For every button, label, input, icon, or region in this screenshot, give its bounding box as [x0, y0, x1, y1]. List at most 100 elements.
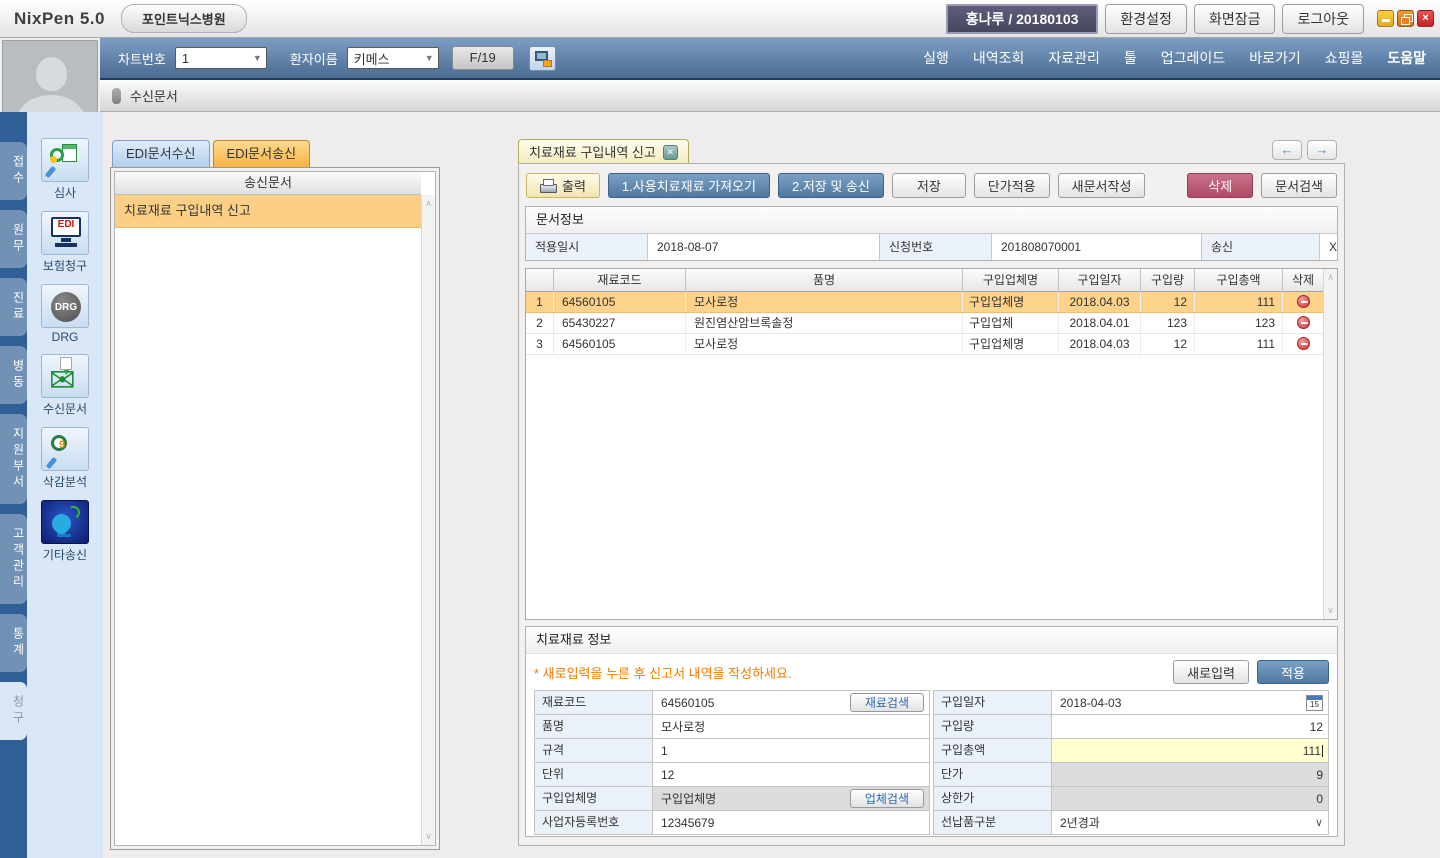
form-field-value[interactable]: 111 [1052, 739, 1328, 762]
edi-list-scrollbar[interactable]: ∧∨ [421, 195, 435, 845]
menubar-item[interactable]: 내역조회 [973, 48, 1025, 68]
scroll-up-icon[interactable]: ∧ [422, 198, 435, 209]
window-minimize-icon[interactable] [1377, 10, 1394, 27]
apply-button[interactable]: 적용 [1257, 660, 1329, 684]
edi-document-list-item[interactable]: 치료재료 구입내역 신고 [115, 195, 421, 228]
dropdown-chevron-icon[interactable]: ∨ [1315, 816, 1323, 829]
app-header: NixPen 5.0 포인트닉스병원 홍나루 / 20180103 환경설정 화… [0, 0, 1440, 38]
menubar-item[interactable]: 자료관리 [1048, 48, 1100, 68]
col-header-name[interactable]: 품명 [686, 269, 963, 292]
save-button[interactable]: 저장 [892, 173, 966, 198]
sidebar-function-item[interactable]: 기타송신 [41, 500, 89, 563]
delete-row-icon[interactable] [1297, 295, 1310, 308]
scroll-down-icon[interactable]: ∨ [1324, 605, 1337, 616]
logout-button[interactable]: 로그아웃 [1282, 4, 1364, 34]
sidebar-tab[interactable]: 지원부서 [0, 414, 27, 504]
delete-row-icon[interactable] [1297, 316, 1310, 329]
form-field-value[interactable]: 12345679 [653, 811, 929, 834]
request-no-value[interactable]: 201808070001 [992, 234, 1202, 260]
apply-date-value[interactable]: 2018-08-07 [648, 234, 880, 260]
patient-card-icon[interactable] [529, 46, 556, 71]
form-field-value[interactable]: 12 [653, 763, 929, 786]
print-button[interactable]: 출력 [526, 173, 600, 198]
chart-number-label: 차트번호 [118, 49, 166, 68]
form-field-label: 구입업체명 [535, 787, 653, 810]
form-field-value[interactable]: 구입업체명 업체검색 [653, 787, 929, 810]
new-document-button[interactable]: 새문서작성 [1058, 173, 1146, 198]
form-field-value[interactable]: 0 [1052, 787, 1328, 810]
sidebar-function-item[interactable]: 수신문서 [41, 354, 89, 417]
menubar-item[interactable]: 쇼핑몰 [1325, 48, 1364, 68]
col-header-vendor[interactable]: 구입업체명 [963, 269, 1059, 292]
form-field-value[interactable]: 1 [653, 739, 929, 762]
form-field-value[interactable]: 64560105 재료검색 [653, 691, 929, 714]
form-field-row: 구입량 12 [933, 714, 1329, 739]
form-field-value[interactable]: 12 [1052, 715, 1328, 738]
screen-lock-button[interactable]: 화면잠금 [1194, 4, 1276, 34]
table-row[interactable]: 3 64560105 모사로정 구입업체명 2018.04.03 12 111 [526, 334, 1323, 355]
nav-forward-button[interactable]: → [1307, 140, 1337, 160]
window-restore-icon[interactable] [1397, 10, 1414, 27]
save-and-send-button[interactable]: 2.저장 및 송신 [778, 173, 884, 198]
document-info-groupbox: 문서정보 적용일시 2018-08-07 신청번호 201808070001 송… [525, 206, 1338, 261]
col-header-code[interactable]: 재료코드 [554, 269, 686, 292]
col-header-qty[interactable]: 구입량 [1141, 269, 1195, 292]
chart-number-select[interactable]: 1▼ [175, 47, 267, 69]
sidebar-function-item[interactable]: EDI 보험청구 [41, 211, 89, 274]
patient-name-select[interactable]: 키메스▼ [347, 47, 439, 69]
function-icon [41, 354, 89, 398]
lookup-button[interactable]: 업체검색 [850, 789, 924, 808]
col-header-date[interactable]: 구입일자 [1059, 269, 1141, 292]
scroll-up-icon[interactable]: ∧ [1324, 272, 1337, 283]
delete-row-icon[interactable] [1297, 337, 1310, 350]
new-entry-button[interactable]: 새로입력 [1173, 660, 1249, 684]
sidebar-tab[interactable]: 병동 [0, 346, 27, 404]
document-tab[interactable]: 치료재료 구입내역 신고 ✕ [518, 139, 689, 164]
document-search-button[interactable]: 문서검색 [1261, 173, 1337, 198]
window-close-icon[interactable]: × [1417, 10, 1434, 27]
form-field-value[interactable]: 2018-04-03 [1052, 691, 1328, 714]
edi-doc-tab[interactable]: EDI문서송신 [213, 140, 311, 167]
form-field-label: 품명 [535, 715, 653, 738]
col-header-delete[interactable]: 삭제 [1283, 269, 1323, 292]
menubar-item[interactable]: 업그레이드 [1161, 48, 1225, 68]
sidebar-tab[interactable]: 원무 [0, 210, 27, 268]
tab-close-icon[interactable]: ✕ [663, 145, 678, 160]
nav-back-button[interactable]: ← [1272, 140, 1302, 160]
scroll-down-icon[interactable]: ∨ [422, 831, 435, 842]
delete-button[interactable]: 삭제 [1187, 173, 1253, 198]
menubar-item[interactable]: 도움말 [1387, 48, 1426, 68]
hospital-name-badge: 포인트닉스병원 [121, 4, 247, 33]
breadcrumb-marker-icon [112, 88, 121, 104]
fetch-materials-button[interactable]: 1.사용치료재료 가져오기 [608, 173, 770, 198]
material-info-groupbox: 치료재료 정보 * 새로입력을 누른 후 신고서 내역을 작성하세요. 새로입력… [525, 626, 1338, 837]
settings-button[interactable]: 환경설정 [1105, 4, 1187, 34]
chevron-down-icon: ▼ [253, 53, 262, 63]
menubar-item[interactable]: 바로가기 [1249, 48, 1301, 68]
form-field-value[interactable]: 2년경과 ∨ [1052, 811, 1328, 834]
calendar-icon[interactable] [1306, 695, 1323, 711]
table-row[interactable]: 2 65430227 원진염산암브록솔정 구입업체 2018.04.01 123… [526, 313, 1323, 334]
table-row[interactable]: 1 64560105 모사로정 구입업체명 2018.04.03 12 111 [526, 292, 1323, 313]
sidebar-tab[interactable]: 청구 [0, 682, 27, 740]
fkey-button[interactable]: F/19 [452, 46, 514, 70]
sidebar-function-item[interactable]: DRG DRG [41, 284, 89, 344]
sidebar-tab[interactable]: 진료 [0, 278, 27, 336]
sidebar-tab[interactable]: 통계 [0, 614, 27, 672]
col-header-total[interactable]: 구입총액 [1195, 269, 1283, 292]
form-field-label: 상한가 [934, 787, 1052, 810]
form-field-value[interactable]: 9 [1052, 763, 1328, 786]
sidebar-function-item[interactable]: 삭감분석 [41, 427, 89, 490]
lookup-button[interactable]: 재료검색 [850, 693, 924, 712]
edi-doc-tab[interactable]: EDI문서수신 [112, 140, 210, 167]
sidebar-function-item[interactable]: 심사 [41, 138, 89, 201]
menubar-item[interactable]: 툴 [1124, 48, 1137, 68]
sidebar-tab[interactable]: 고객관리 [0, 514, 27, 604]
menubar-item[interactable]: 실행 [923, 48, 949, 68]
form-field-row: 품명 모사로정 [534, 714, 930, 739]
unit-price-apply-button[interactable]: 단가적용 [974, 173, 1050, 198]
table-scrollbar[interactable]: ∧∨ [1323, 269, 1337, 619]
form-field-value[interactable]: 모사로정 [653, 715, 929, 738]
form-field-row: 구입업체명 구입업체명 업체검색 [534, 786, 930, 811]
sidebar-tab[interactable]: 접수 [0, 142, 27, 200]
